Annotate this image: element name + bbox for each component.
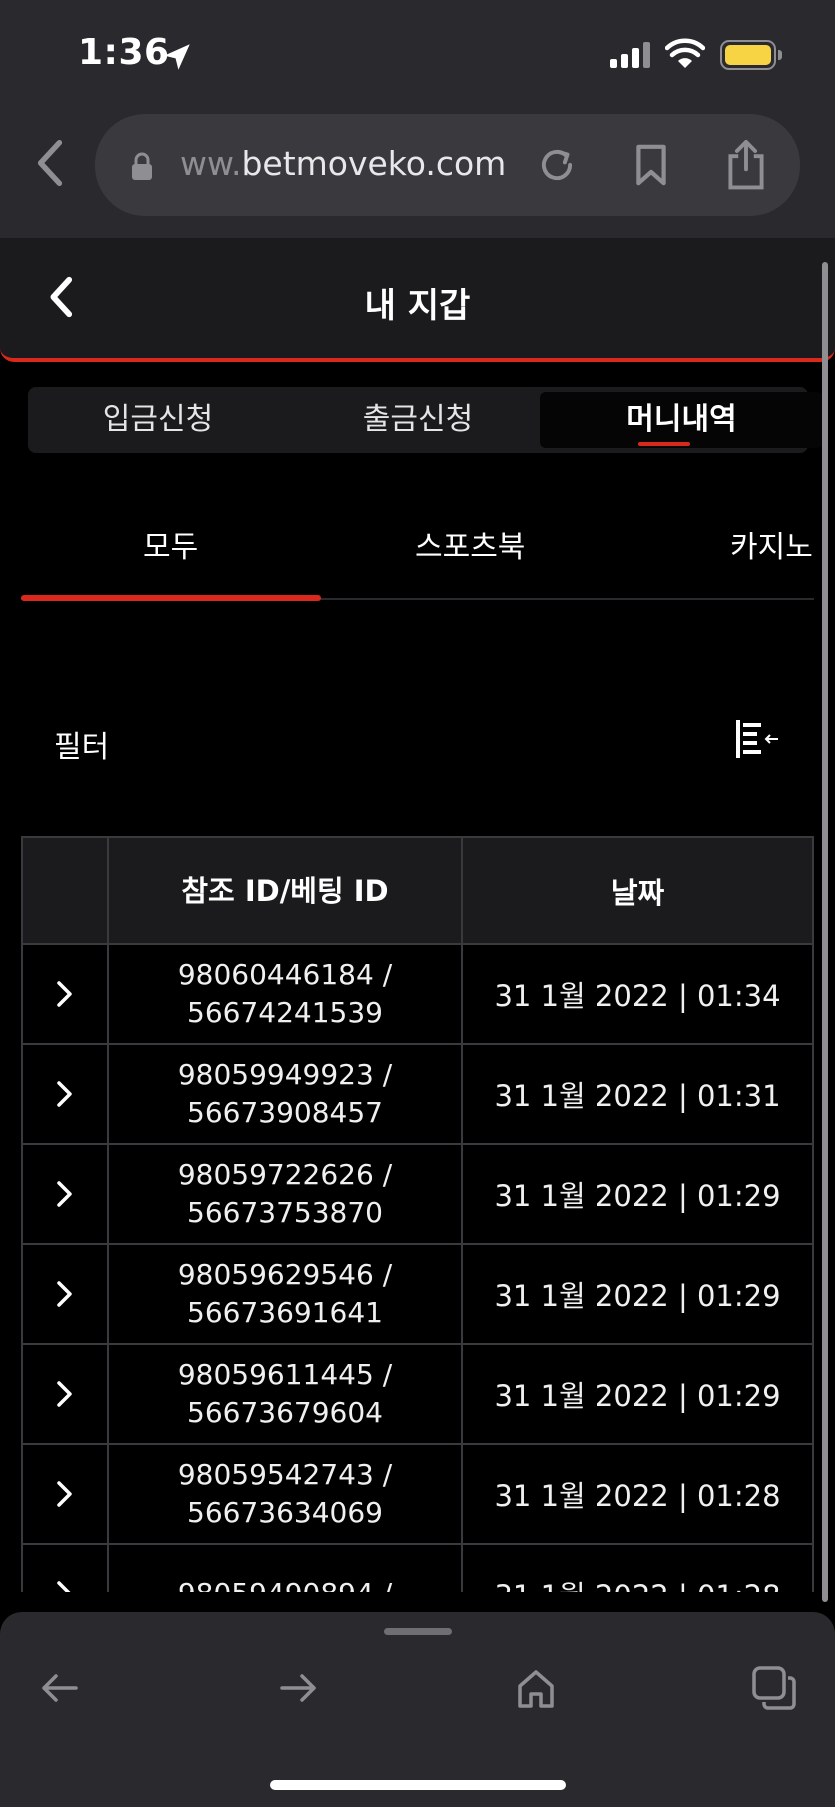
table-row[interactable]: 98059611445 /56673679604 31 1월 2022 | 01…: [23, 1345, 812, 1445]
table-row[interactable]: 98060446184 /56674241539 31 1월 2022 | 01…: [23, 945, 812, 1045]
date-cell: 31 1월 2022 | 01:29: [494, 1179, 781, 1213]
row-expand-button[interactable]: [23, 1445, 109, 1543]
table-row[interactable]: 98059629546 /56673691641 31 1월 2022 | 01…: [23, 1245, 812, 1345]
chevron-right-icon: [57, 1281, 72, 1307]
ref-id-cell: 98059490894 /: [109, 1545, 463, 1592]
chevron-right-icon: [57, 1081, 72, 1107]
screen: 1:36 ww.betmoveko.com 내 지갑 입금신청 출금신청 머니내…: [0, 0, 835, 1807]
date-cell: 31 1월 2022 | 01:29: [494, 1279, 781, 1313]
table-viewport[interactable]: 참조 ID/베팅 ID 날짜 98060446184 /56674241539 …: [0, 0, 835, 1592]
table-row[interactable]: 98059949923 /56673908457 31 1월 2022 | 01…: [23, 1045, 812, 1145]
forward-arrow-icon[interactable]: [274, 1664, 322, 1712]
chevron-right-icon: [57, 1181, 72, 1207]
row-expand-button[interactable]: [23, 1145, 109, 1243]
table-row[interactable]: 98059490894 / 31 1월 2022 | 01:28: [23, 1545, 812, 1592]
table-row[interactable]: 98059542743 /56673634069 31 1월 2022 | 01…: [23, 1445, 812, 1545]
ref-id-column-header: 참조 ID/베팅 ID: [109, 838, 463, 943]
date-cell: 31 1월 2022 | 01:34: [494, 979, 781, 1013]
chevron-right-icon: [57, 1481, 72, 1507]
home-indicator: [270, 1780, 566, 1790]
home-icon[interactable]: [512, 1664, 560, 1712]
table-header-row: 참조 ID/베팅 ID 날짜: [23, 838, 812, 945]
date-cell: 31 1월 2022 | 01:29: [494, 1379, 781, 1413]
ref-id-cell: 98059611445 /56673679604: [109, 1345, 463, 1443]
row-expand-button[interactable]: [23, 1245, 109, 1343]
back-arrow-icon[interactable]: [36, 1664, 84, 1712]
expand-column-header: [23, 838, 109, 943]
date-column-header: 날짜: [610, 875, 665, 910]
page-scrollbar[interactable]: [822, 262, 828, 1602]
tabs-icon[interactable]: [750, 1664, 798, 1712]
ref-id-cell: 98059722626 /56673753870: [109, 1145, 463, 1243]
history-table: 참조 ID/베팅 ID 날짜 98060446184 /56674241539 …: [21, 836, 814, 1592]
ref-id-cell: 98059629546 /56673691641: [109, 1245, 463, 1343]
row-expand-button[interactable]: [23, 945, 109, 1043]
date-cell: 31 1월 2022 | 01:28: [494, 1479, 781, 1513]
ref-id-cell: 98060446184 /56674241539: [109, 945, 463, 1043]
table-row[interactable]: 98059722626 /56673753870 31 1월 2022 | 01…: [23, 1145, 812, 1245]
date-cell: 31 1월 2022 | 01:31: [494, 1079, 781, 1113]
chevron-right-icon: [57, 1381, 72, 1407]
toolbar-grabber[interactable]: [384, 1628, 452, 1635]
chevron-right-icon: [57, 981, 72, 1007]
browser-bottom-toolbar: [0, 1612, 835, 1807]
ref-id-cell: 98059542743 /56673634069: [109, 1445, 463, 1543]
row-expand-button[interactable]: [23, 1345, 109, 1443]
chevron-right-icon: [57, 1581, 71, 1592]
row-expand-button[interactable]: [23, 1045, 109, 1143]
ref-id-cell: 98059949923 /56673908457: [109, 1045, 463, 1143]
date-cell: 31 1월 2022 | 01:28: [463, 1545, 812, 1592]
row-expand-button[interactable]: [23, 1545, 109, 1592]
